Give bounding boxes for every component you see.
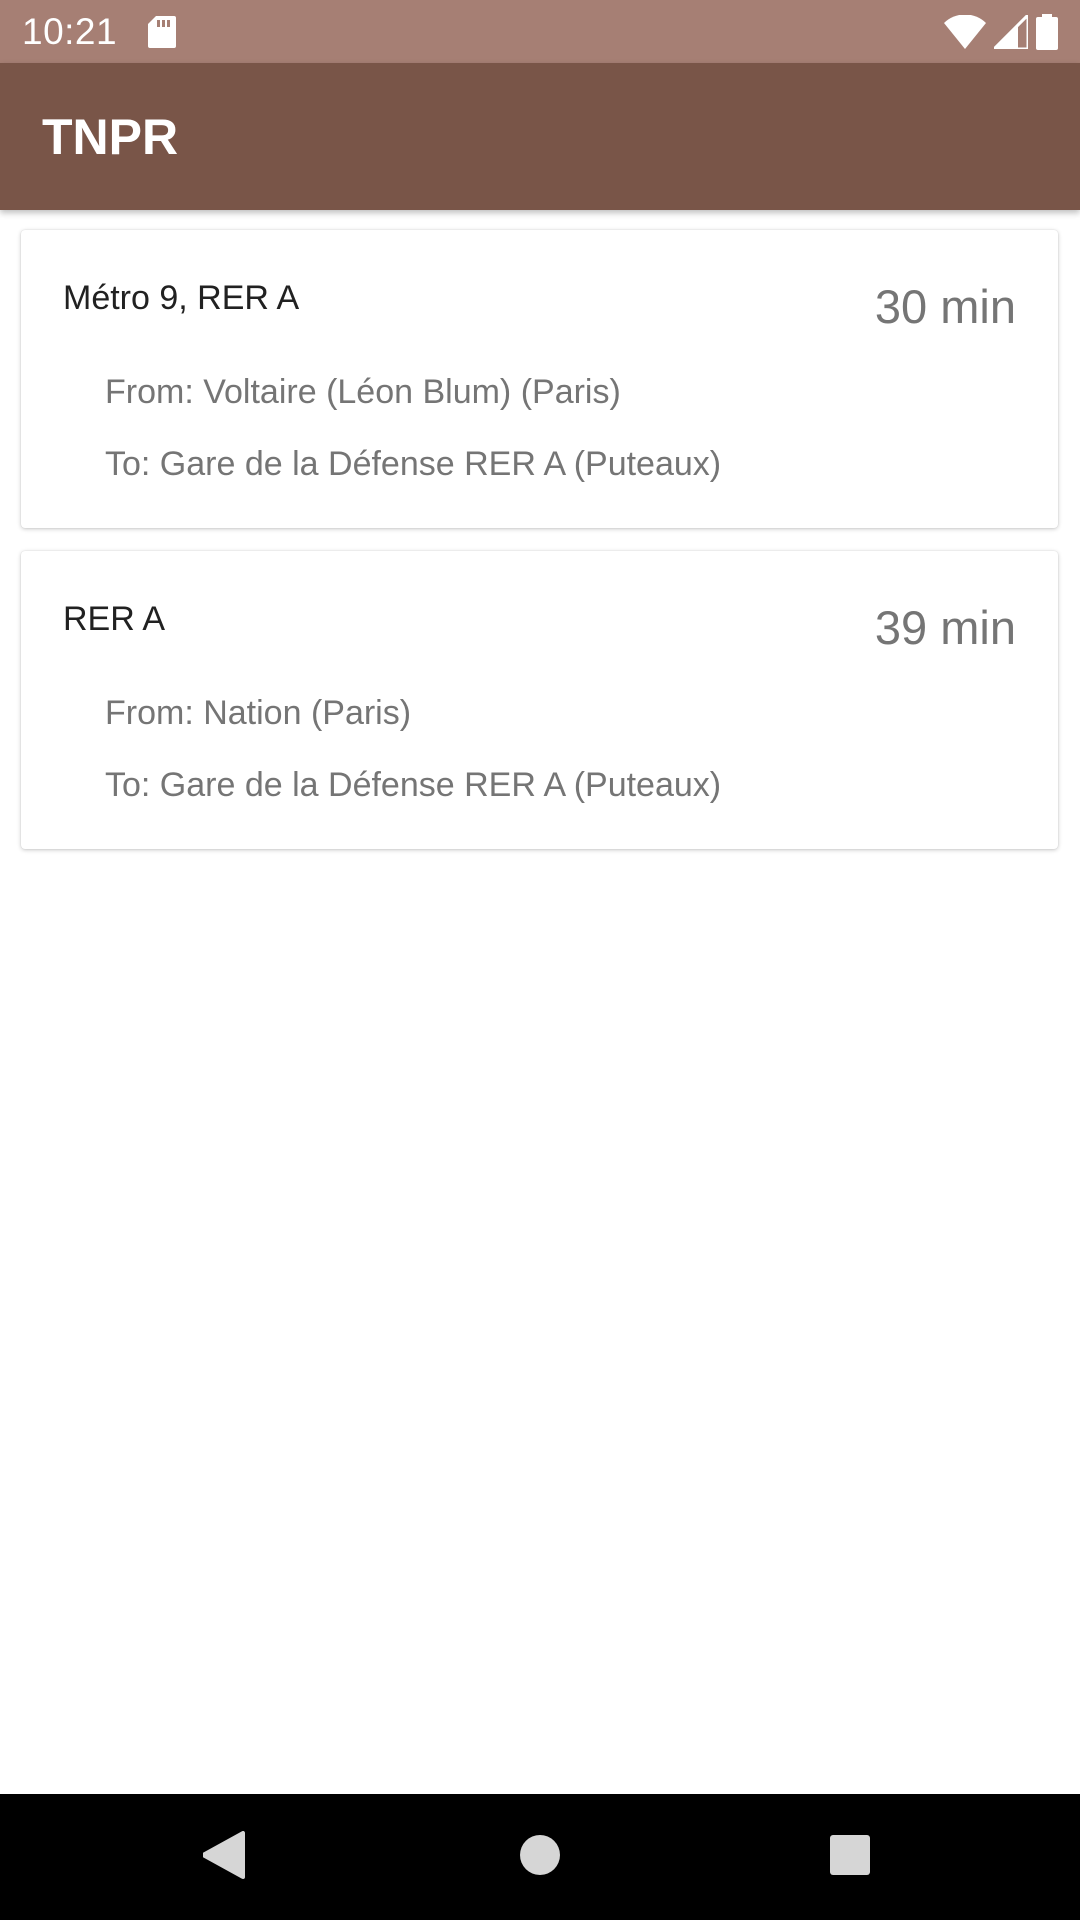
status-bar: 10:21: [0, 0, 1080, 63]
route-card[interactable]: Métro 9, RER A 30 min From: Voltaire (Lé…: [21, 230, 1058, 528]
signal-icon: [990, 11, 1030, 54]
back-button[interactable]: [192, 1824, 258, 1890]
route-from: From: Voltaire (Léon Blum) (Paris): [105, 373, 621, 411]
status-time: 10:21: [22, 11, 118, 52]
navigation-bar: [0, 1794, 1080, 1920]
route-to: To: Gare de la Défense RER A (Puteaux): [105, 766, 722, 804]
home-button[interactable]: [507, 1824, 573, 1890]
route-card[interactable]: RER A 39 min From: Nation (Paris) To: Ga…: [21, 551, 1058, 849]
recents-icon: [829, 1834, 871, 1881]
route-to: To: Gare de la Défense RER A (Puteaux): [105, 445, 722, 483]
recents-button[interactable]: [817, 1824, 883, 1890]
sd-card-icon: [148, 16, 176, 53]
back-icon: [201, 1830, 247, 1884]
status-icons: [944, 11, 1058, 55]
app-bar: TNPR: [0, 63, 1080, 210]
wifi-icon: [944, 14, 986, 54]
route-duration: 30 min: [874, 280, 1016, 333]
route-list: Métro 9, RER A 30 min From: Voltaire (Lé…: [0, 210, 1080, 1794]
battery-icon: [1036, 14, 1058, 55]
route-from: From: Nation (Paris): [105, 694, 412, 732]
route-lines: RER A: [63, 600, 166, 638]
route-lines: Métro 9, RER A: [63, 279, 300, 317]
home-icon: [518, 1833, 562, 1882]
app-title: TNPR: [42, 109, 179, 165]
route-duration: 39 min: [874, 601, 1016, 654]
